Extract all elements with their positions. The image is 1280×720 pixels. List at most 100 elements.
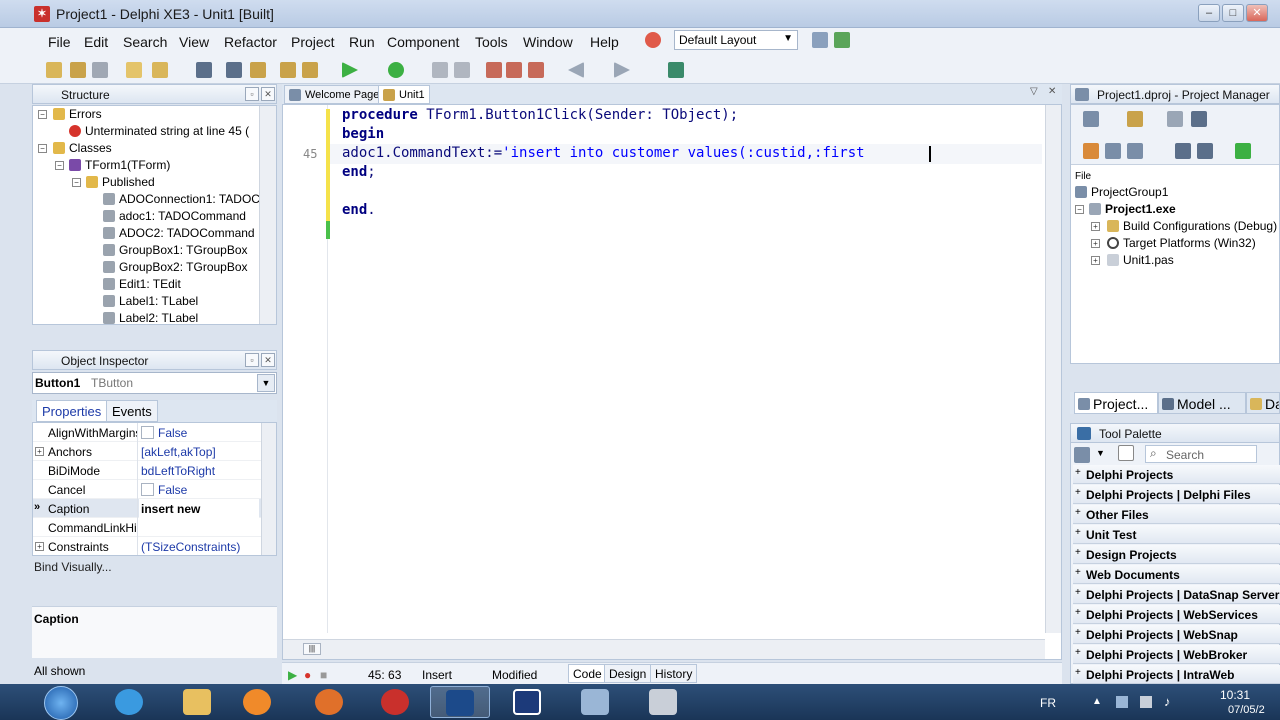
play-macro-icon[interactable]: ▶ (288, 668, 297, 682)
tab-project-manager[interactable]: Project... (1074, 392, 1158, 414)
chevron-down-icon[interactable]: ▼ (1096, 448, 1105, 458)
property-row[interactable]: BiDiMode bdLeftToRight (33, 461, 261, 480)
tree-item-component[interactable]: ADOConnection1: TADOC (103, 192, 260, 206)
pin-icon[interactable]: ▫ (245, 87, 259, 101)
menu-refactor[interactable]: Refactor (224, 34, 277, 50)
remove-from-project-icon[interactable] (302, 62, 318, 78)
property-row[interactable]: CommandLinkHint (33, 518, 261, 537)
menu-tools[interactable]: Tools (475, 34, 508, 50)
tree-item-tform1[interactable]: TForm1(TForm) (69, 158, 170, 172)
close-icon[interactable]: ✕ (261, 353, 275, 367)
new-items-icon[interactable] (70, 62, 86, 78)
expand-icon[interactable]: + (1091, 239, 1100, 248)
tree-item-component[interactable]: Label2: TLabel (103, 311, 198, 324)
tool-palette-search[interactable]: ⌕ Search (1145, 445, 1257, 463)
caption-value-input[interactable]: insert new (139, 499, 259, 518)
menu-search[interactable]: Search (123, 34, 167, 50)
taskbar-remote[interactable] (566, 686, 626, 718)
filter-status[interactable]: All shown (34, 664, 85, 678)
pin-icon[interactable]: ▫ (245, 353, 259, 367)
palette-category[interactable]: Design Projects (1073, 545, 1280, 564)
tree-item-component[interactable]: Edit1: TEdit (103, 277, 181, 291)
property-vscrollbar[interactable] (261, 423, 276, 555)
menu-file[interactable]: File (48, 34, 71, 50)
tab-design[interactable]: Design (604, 664, 652, 683)
palette-category[interactable]: Unit Test (1073, 525, 1280, 544)
new-project-icon[interactable] (1127, 111, 1143, 127)
forward-icon[interactable] (614, 62, 630, 78)
tree-item-errors[interactable]: Errors (53, 107, 102, 121)
collapse-icon[interactable] (1127, 143, 1143, 159)
tree-item-unit1[interactable]: Unit1.pas (1107, 253, 1174, 267)
property-row[interactable]: + Constraints (TSizeConstraints) (33, 537, 261, 555)
stop-macro-icon[interactable]: ■ (320, 668, 327, 682)
layout-reset-icon[interactable] (645, 32, 661, 48)
clock-date[interactable]: 07/05/2 (1228, 704, 1265, 716)
collapse-icon[interactable]: − (1075, 205, 1084, 214)
pointer-icon[interactable] (1118, 445, 1134, 461)
save-icon[interactable] (196, 62, 212, 78)
close-icon[interactable]: ✕ (1048, 86, 1056, 97)
tab-history[interactable]: History (650, 664, 698, 683)
menu-view[interactable]: View (179, 34, 209, 50)
chevron-down-icon[interactable]: ▼ (257, 374, 275, 392)
remove-icon[interactable] (92, 62, 108, 78)
taskbar-firefox[interactable] (300, 686, 360, 718)
step-over-icon[interactable] (506, 62, 522, 78)
taskbar-delphi[interactable] (430, 686, 490, 718)
close-button[interactable]: ✕ (1246, 4, 1268, 22)
checkbox[interactable] (141, 483, 154, 496)
tree-item-component[interactable]: GroupBox2: TGroupBox (103, 260, 248, 274)
collapse-icon[interactable]: − (72, 178, 81, 187)
tree-item-build-configurations[interactable]: Build Configurations (Debug) (1107, 219, 1277, 233)
tree-item-project-exe[interactable]: Project1.exe (1089, 202, 1176, 216)
open-folder-icon[interactable] (250, 62, 266, 78)
expand-icon[interactable] (1105, 143, 1121, 159)
bind-visually-link[interactable]: Bind Visually... (32, 558, 277, 582)
property-row[interactable]: AlignWithMargins False (33, 423, 261, 442)
expand-icon[interactable]: + (1091, 222, 1100, 231)
code-editor[interactable]: 45 procedure TForm1.Button1Click(Sender:… (282, 104, 1062, 660)
tree-item-project-group[interactable]: ProjectGroup1 (1075, 185, 1168, 199)
volume-icon[interactable]: ♪ (1164, 694, 1171, 709)
layout-combo[interactable]: Default Layout ▼ (674, 30, 798, 50)
tab-model-view[interactable]: Model ... (1158, 392, 1246, 414)
open-icon[interactable] (126, 62, 142, 78)
pause-icon[interactable] (432, 62, 448, 78)
palette-category[interactable]: Other Files (1073, 505, 1280, 524)
expand-icon[interactable]: + (35, 542, 44, 551)
new-icon[interactable] (46, 62, 62, 78)
expand-icon[interactable]: + (1091, 256, 1100, 265)
build-icon[interactable] (1197, 143, 1213, 159)
tray-icon[interactable] (1116, 696, 1128, 708)
remove-icon[interactable] (1167, 111, 1183, 127)
tray-expand-icon[interactable]: ▲ (1092, 696, 1102, 707)
maximize-button[interactable]: □ (1222, 4, 1244, 22)
save-all-icon[interactable] (226, 62, 242, 78)
tree-item-component[interactable]: ADOC2: TADOCommand (103, 226, 255, 240)
menu-help[interactable]: Help (590, 34, 619, 50)
tab-data-explorer[interactable]: Da (1246, 392, 1280, 414)
object-selector[interactable]: Button1 TButton ▼ (32, 372, 277, 394)
taskbar-project[interactable] (498, 686, 558, 718)
taskbar-tools[interactable] (634, 686, 694, 718)
tree-item-component[interactable]: Label1: TLabel (103, 294, 198, 308)
property-row-selected[interactable]: » Caption insert new (33, 499, 261, 518)
tab-unit1[interactable]: Unit1 (378, 85, 430, 104)
property-row[interactable]: Cancel False (33, 480, 261, 499)
expand-icon[interactable]: + (35, 447, 44, 456)
layout-settings-icon[interactable] (834, 32, 850, 48)
tab-code[interactable]: Code (568, 664, 607, 683)
collapse-icon[interactable]: − (38, 144, 47, 153)
add-to-project-icon[interactable] (280, 62, 296, 78)
tab-properties[interactable]: Properties (36, 400, 108, 422)
run-icon[interactable] (342, 62, 358, 78)
structure-vscrollbar[interactable] (259, 106, 276, 324)
palette-category[interactable]: Delphi Projects | WebBroker (1073, 645, 1280, 664)
save-layout-icon[interactable] (812, 32, 828, 48)
tab-list-icon[interactable]: ▽ (1030, 86, 1038, 97)
palette-category[interactable]: Web Documents (1073, 565, 1280, 584)
tab-events[interactable]: Events (106, 400, 158, 422)
start-button[interactable] (44, 686, 78, 720)
back-icon[interactable] (568, 62, 584, 78)
